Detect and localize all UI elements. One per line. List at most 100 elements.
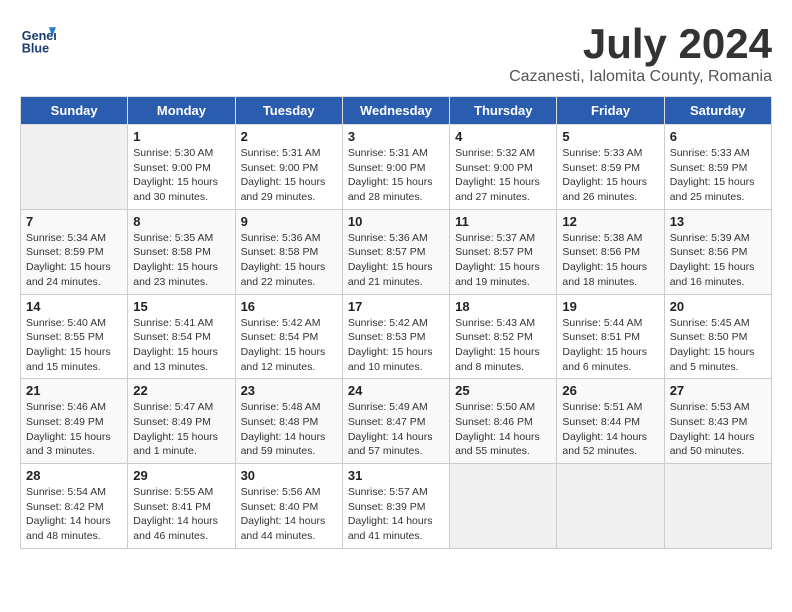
calendar-cell: 5 Sunrise: 5:33 AMSunset: 8:59 PMDaylight… [557,125,664,210]
day-number: 23 [241,383,337,398]
day-info: Sunrise: 5:54 AMSunset: 8:42 PMDaylight:… [26,485,122,544]
weekday-header: Wednesday [342,97,449,125]
calendar-cell: 15 Sunrise: 5:41 AMSunset: 8:54 PMDayligh… [128,294,235,379]
day-number: 1 [133,129,229,144]
calendar-cell: 31Sunrise: 5:57 AMSunset: 8:39 PMDayligh… [342,464,449,549]
calendar-cell [557,464,664,549]
day-number: 14 [26,299,122,314]
calendar-cell: 24 Sunrise: 5:49 AMSunset: 8:47 PMDayligh… [342,379,449,464]
day-number: 17 [348,299,444,314]
day-info: Sunrise: 5:30 AMSunset: 9:00 PMDaylight:… [133,146,229,205]
calendar-cell: 20Sunrise: 5:45 AMSunset: 8:50 PMDayligh… [664,294,771,379]
day-number: 11 [455,214,551,229]
day-number: 12 [562,214,658,229]
day-info: Sunrise: 5:42 AMSunset: 8:54 PMDaylight:… [241,316,337,375]
calendar-cell [21,125,128,210]
calendar-cell: 10 Sunrise: 5:36 AMSunset: 8:57 PMDayligh… [342,209,449,294]
calendar-cell: 3Sunrise: 5:31 AMSunset: 9:00 PMDaylight… [342,125,449,210]
day-info: Sunrise: 5:53 AMSunset: 8:43 PMDaylight:… [670,400,766,459]
month-title: July 2024 [509,20,772,68]
logo-icon: General Blue [20,20,56,56]
day-number: 9 [241,214,337,229]
day-number: 13 [670,214,766,229]
calendar-cell: 18 Sunrise: 5:43 AMSunset: 8:52 PMDayligh… [450,294,557,379]
calendar-cell: 4 Sunrise: 5:32 AMSunset: 9:00 PMDaylight… [450,125,557,210]
logo: General Blue [20,20,56,56]
calendar-cell: 8Sunrise: 5:35 AMSunset: 8:58 PMDaylight… [128,209,235,294]
calendar-table: SundayMondayTuesdayWednesdayThursdayFrid… [20,96,772,549]
calendar-cell: 21 Sunrise: 5:46 AMSunset: 8:49 PMDayligh… [21,379,128,464]
day-info: Sunrise: 5:36 AMSunset: 8:58 PMDaylight:… [241,231,337,290]
calendar-cell: 7 Sunrise: 5:34 AMSunset: 8:59 PMDaylight… [21,209,128,294]
title-area: July 2024 Cazanesti, Ialomita County, Ro… [509,20,772,86]
weekday-header: Saturday [664,97,771,125]
calendar-cell [450,464,557,549]
page-header: General Blue July 2024 Cazanesti, Ialomi… [20,20,772,86]
day-info: Sunrise: 5:39 AMSunset: 8:56 PMDaylight:… [670,231,766,290]
day-number: 10 [348,214,444,229]
calendar-cell: 16Sunrise: 5:42 AMSunset: 8:54 PMDayligh… [235,294,342,379]
day-number: 24 [348,383,444,398]
calendar-cell: 30Sunrise: 5:56 AMSunset: 8:40 PMDayligh… [235,464,342,549]
day-info: Sunrise: 5:55 AMSunset: 8:41 PMDaylight:… [133,485,229,544]
calendar-cell: 28 Sunrise: 5:54 AMSunset: 8:42 PMDayligh… [21,464,128,549]
day-number: 8 [133,214,229,229]
calendar-cell: 22 Sunrise: 5:47 AMSunset: 8:49 PMDayligh… [128,379,235,464]
calendar-cell: 12 Sunrise: 5:38 AMSunset: 8:56 PMDayligh… [557,209,664,294]
calendar-cell: 25 Sunrise: 5:50 AMSunset: 8:46 PMDayligh… [450,379,557,464]
day-number: 7 [26,214,122,229]
day-info: Sunrise: 5:38 AMSunset: 8:56 PMDaylight:… [562,231,658,290]
day-number: 6 [670,129,766,144]
calendar-cell: 23 Sunrise: 5:48 AMSunset: 8:48 PMDayligh… [235,379,342,464]
day-number: 18 [455,299,551,314]
day-info: Sunrise: 5:36 AMSunset: 8:57 PMDaylight:… [348,231,444,290]
day-info: Sunrise: 5:56 AMSunset: 8:40 PMDaylight:… [241,485,337,544]
day-number: 25 [455,383,551,398]
calendar-cell [664,464,771,549]
weekday-header: Tuesday [235,97,342,125]
day-number: 19 [562,299,658,314]
day-number: 15 [133,299,229,314]
day-info: Sunrise: 5:31 AMSunset: 9:00 PMDaylight:… [348,146,444,205]
day-info: Sunrise: 5:47 AMSunset: 8:49 PMDaylight:… [133,400,229,459]
calendar-cell: 9 Sunrise: 5:36 AMSunset: 8:58 PMDaylight… [235,209,342,294]
day-info: Sunrise: 5:46 AMSunset: 8:49 PMDaylight:… [26,400,122,459]
day-number: 28 [26,468,122,483]
day-number: 5 [562,129,658,144]
calendar-cell: 17 Sunrise: 5:42 AMSunset: 8:53 PMDayligh… [342,294,449,379]
day-info: Sunrise: 5:42 AMSunset: 8:53 PMDaylight:… [348,316,444,375]
weekday-header: Friday [557,97,664,125]
day-number: 26 [562,383,658,398]
day-number: 29 [133,468,229,483]
day-info: Sunrise: 5:31 AMSunset: 9:00 PMDaylight:… [241,146,337,205]
day-info: Sunrise: 5:48 AMSunset: 8:48 PMDaylight:… [241,400,337,459]
day-number: 4 [455,129,551,144]
calendar-cell: 27Sunrise: 5:53 AMSunset: 8:43 PMDayligh… [664,379,771,464]
day-info: Sunrise: 5:33 AMSunset: 8:59 PMDaylight:… [670,146,766,205]
day-info: Sunrise: 5:37 AMSunset: 8:57 PMDaylight:… [455,231,551,290]
day-info: Sunrise: 5:34 AMSunset: 8:59 PMDaylight:… [26,231,122,290]
day-number: 22 [133,383,229,398]
day-info: Sunrise: 5:33 AMSunset: 8:59 PMDaylight:… [562,146,658,205]
calendar-cell: 14 Sunrise: 5:40 AMSunset: 8:55 PMDayligh… [21,294,128,379]
calendar-cell: 26 Sunrise: 5:51 AMSunset: 8:44 PMDayligh… [557,379,664,464]
day-info: Sunrise: 5:49 AMSunset: 8:47 PMDaylight:… [348,400,444,459]
location-subtitle: Cazanesti, Ialomita County, Romania [509,68,772,86]
day-info: Sunrise: 5:40 AMSunset: 8:55 PMDaylight:… [26,316,122,375]
calendar-cell: 29 Sunrise: 5:55 AMSunset: 8:41 PMDayligh… [128,464,235,549]
day-info: Sunrise: 5:43 AMSunset: 8:52 PMDaylight:… [455,316,551,375]
day-info: Sunrise: 5:51 AMSunset: 8:44 PMDaylight:… [562,400,658,459]
calendar-cell: 2 Sunrise: 5:31 AMSunset: 9:00 PMDaylight… [235,125,342,210]
weekday-header: Sunday [21,97,128,125]
day-number: 20 [670,299,766,314]
day-number: 21 [26,383,122,398]
day-number: 2 [241,129,337,144]
calendar-cell: 11 Sunrise: 5:37 AMSunset: 8:57 PMDayligh… [450,209,557,294]
calendar-cell: 1 Sunrise: 5:30 AMSunset: 9:00 PMDaylight… [128,125,235,210]
day-info: Sunrise: 5:44 AMSunset: 8:51 PMDaylight:… [562,316,658,375]
day-info: Sunrise: 5:41 AMSunset: 8:54 PMDaylight:… [133,316,229,375]
calendar-cell: 6 Sunrise: 5:33 AMSunset: 8:59 PMDaylight… [664,125,771,210]
day-info: Sunrise: 5:32 AMSunset: 9:00 PMDaylight:… [455,146,551,205]
calendar-cell: 13 Sunrise: 5:39 AMSunset: 8:56 PMDayligh… [664,209,771,294]
day-info: Sunrise: 5:50 AMSunset: 8:46 PMDaylight:… [455,400,551,459]
